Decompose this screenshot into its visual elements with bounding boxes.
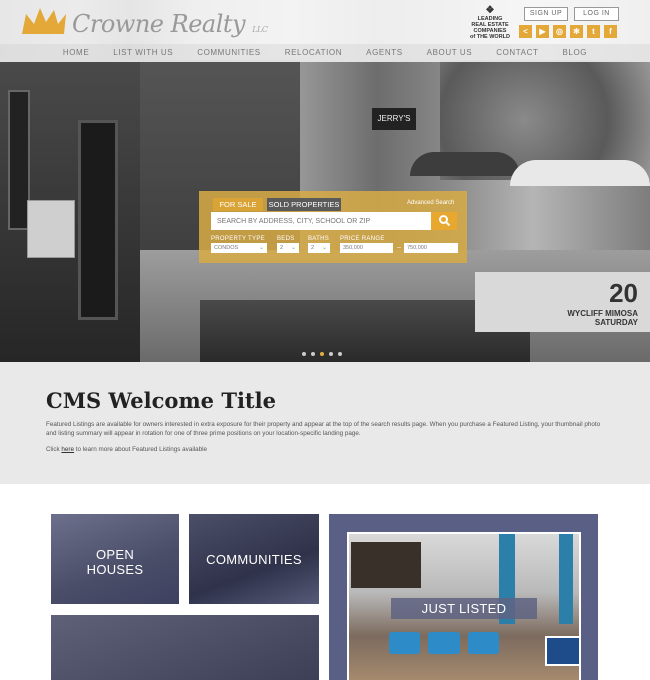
hero-sign-jerrys: JERRY'S xyxy=(372,108,416,130)
slider-dot[interactable] xyxy=(338,352,342,356)
slider-dots[interactable] xyxy=(302,352,342,356)
slider-dot[interactable] xyxy=(320,352,324,356)
site-header: Crowne Realty LLC ❖ LEADING REAL ESTATE … xyxy=(0,0,650,44)
advanced-search-link[interactable]: Advanced Search xyxy=(407,200,454,206)
chevron-down-icon: ⌄ xyxy=(290,245,296,251)
yelp-icon[interactable]: ✻ xyxy=(570,25,583,38)
log-in-button[interactable]: LOG IN xyxy=(574,7,619,21)
logo-text: Crowne Realty xyxy=(72,10,246,38)
here-link[interactable]: here xyxy=(61,446,74,453)
hero-umbrella-dark xyxy=(410,152,520,176)
slider-dot[interactable] xyxy=(329,352,333,356)
hero-sign-number: 20 xyxy=(609,278,638,308)
youtube-icon[interactable]: ▶ xyxy=(536,25,549,38)
instagram-icon[interactable]: ◎ xyxy=(553,25,566,38)
hero-sign-saturday: SATURDAY xyxy=(594,318,638,327)
open-houses-label: OPEN HOUSES xyxy=(51,547,179,577)
tab-sold-properties[interactable]: SOLD PROPERTIES xyxy=(267,198,341,211)
search-input[interactable] xyxy=(211,212,431,230)
main-nav: HOME LIST WITH US COMMUNITIES RELOCATION AGE… xyxy=(0,44,650,62)
price-max-input[interactable]: 750,000 xyxy=(404,243,458,253)
hero-sign-20: 20 WYCLIFF MIMOSA SATURDAY xyxy=(475,272,650,332)
welcome-section: CMS Welcome Title Featured Listings are … xyxy=(0,362,650,484)
sign-up-button[interactable]: SIGN UP xyxy=(524,7,568,21)
price-range-label: PRICE RANGE xyxy=(340,236,385,242)
share-icon[interactable]: < xyxy=(519,25,532,38)
slider-dot[interactable] xyxy=(311,352,315,356)
featured-tile[interactable] xyxy=(51,615,319,680)
baths-label: BATHS xyxy=(308,236,330,242)
photo-cabinets xyxy=(351,542,421,588)
search-button[interactable] xyxy=(431,212,457,230)
beds-label: BEDS xyxy=(277,236,295,242)
chevron-down-icon: ⌄ xyxy=(321,245,327,251)
affiliation-badge: ❖ LEADING REAL ESTATE COMPANIES of THE W… xyxy=(468,5,512,41)
logo-suffix: LLC xyxy=(252,25,268,34)
nav-item-list-with-us[interactable]: LIST WITH US xyxy=(101,44,185,62)
nav-item-agents[interactable]: AGENTS xyxy=(354,44,415,62)
photo-curtain xyxy=(559,534,573,624)
welcome-link-suffix: to learn more about Featured Listings av… xyxy=(74,446,208,453)
twitter-icon[interactable]: t xyxy=(587,25,600,38)
facebook-icon[interactable]: f xyxy=(604,25,617,38)
communities-tile[interactable]: COMMUNITIES xyxy=(189,514,319,604)
nav-item-blog[interactable]: BLOG xyxy=(550,44,599,62)
property-type-value: CONDOS xyxy=(214,245,239,251)
globe-icon: ❖ xyxy=(485,5,495,16)
chevron-down-icon: ⌄ xyxy=(258,245,264,251)
hero-sign-wycliff: WYCLIFF MIMOSA xyxy=(567,309,638,318)
search-panel: FOR SALE SOLD PROPERTIES Advanced Search… xyxy=(199,191,467,263)
baths-select[interactable]: 2 ⌄ xyxy=(308,243,330,253)
hero-umbrella-light xyxy=(510,160,650,186)
baths-value: 2 xyxy=(311,245,315,251)
nav-item-home[interactable]: HOME xyxy=(51,44,101,62)
logo-wordmark[interactable]: Crowne Realty LLC xyxy=(72,10,268,38)
open-houses-label-line1: OPEN xyxy=(95,547,135,562)
tab-for-sale[interactable]: FOR SALE xyxy=(213,198,263,211)
nav-item-communities[interactable]: COMMUNITIES xyxy=(185,44,273,62)
price-min-input[interactable]: 350,000 xyxy=(340,243,393,253)
open-houses-label-line2: HOUSES xyxy=(86,562,144,577)
just-listed-tile[interactable]: JUST LISTED xyxy=(329,514,598,680)
photo-pillow xyxy=(545,636,581,666)
property-type-select[interactable]: CONDOS ⌄ xyxy=(211,243,267,253)
welcome-title: CMS Welcome Title xyxy=(46,388,276,413)
beds-value: 2 xyxy=(280,245,284,251)
slider-dot[interactable] xyxy=(302,352,306,356)
affiliation-line4: of THE WORLD xyxy=(469,34,511,40)
price-range-dash: – xyxy=(397,244,401,251)
property-type-label: PROPERTY TYPE xyxy=(211,236,265,242)
nav-item-relocation[interactable]: RELOCATION xyxy=(273,44,354,62)
just-listed-label: JUST LISTED xyxy=(391,598,537,619)
hero-utility-box xyxy=(27,200,75,258)
nav-item-contact[interactable]: CONTACT xyxy=(484,44,550,62)
communities-label: COMMUNITIES xyxy=(206,552,302,567)
welcome-link-line: Click here to learn more about Featured … xyxy=(46,446,207,453)
photo-stools xyxy=(389,632,499,654)
social-links: < ▶ ◎ ✻ t f xyxy=(519,25,617,38)
beds-select[interactable]: 2 ⌄ xyxy=(277,243,299,253)
hero-door xyxy=(78,120,118,320)
welcome-link-prefix: Click xyxy=(46,446,62,453)
open-houses-tile[interactable]: OPEN HOUSES xyxy=(51,514,179,604)
crown-logo-icon[interactable] xyxy=(20,6,68,36)
welcome-body: Featured Listings are available for owne… xyxy=(46,421,601,437)
search-icon-handle xyxy=(445,221,451,227)
nav-item-about-us[interactable]: ABOUT US xyxy=(415,44,485,62)
